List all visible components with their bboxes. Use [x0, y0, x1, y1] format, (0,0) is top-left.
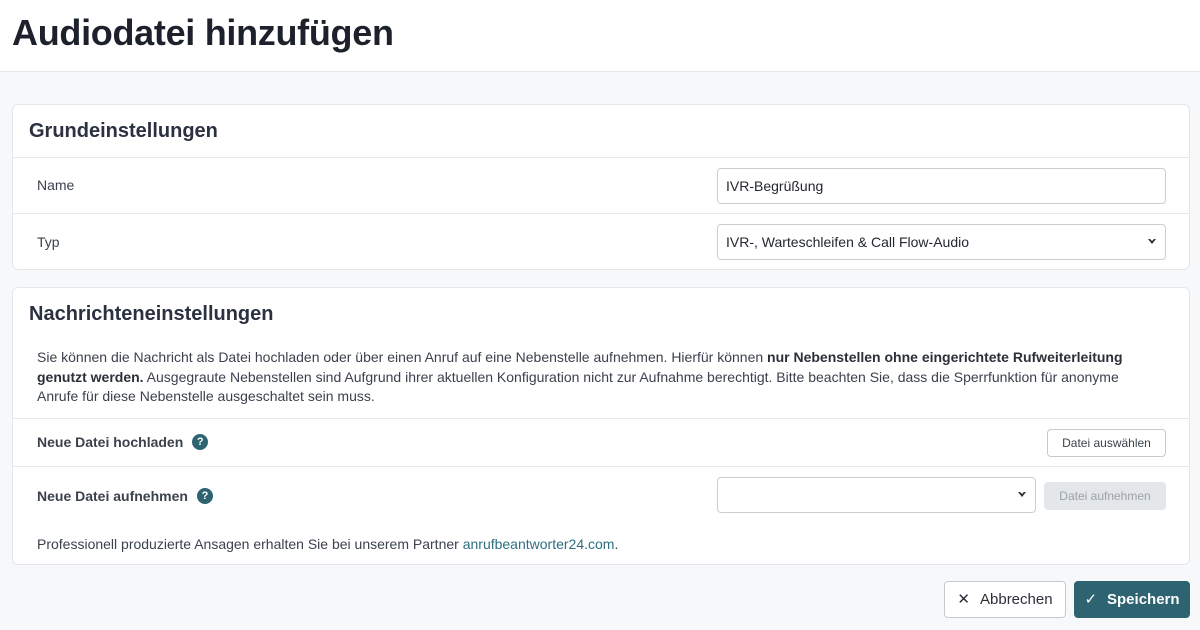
message-description: Sie können die Nachricht als Datei hochl…: [37, 348, 1157, 407]
message-settings-card: Nachrichteneinstellungen Sie können die …: [12, 287, 1190, 565]
extension-select[interactable]: [717, 477, 1036, 513]
caret-down-icon: [1018, 492, 1026, 497]
name-input[interactable]: IVR-Begrüßung: [717, 168, 1166, 204]
choose-file-button[interactable]: Datei auswählen: [1047, 429, 1166, 457]
close-icon: ✕: [957, 591, 970, 608]
partner-note: Professionell produzierte Ansagen erhalt…: [37, 536, 618, 552]
basic-settings-title: Grundeinstellungen: [29, 120, 218, 142]
partner-link[interactable]: anrufbeantworter24.com: [463, 536, 615, 552]
cancel-button[interactable]: ✕ Abbrechen: [944, 581, 1066, 618]
page-header: Audiodatei hinzufügen: [0, 0, 1200, 72]
help-circle-icon[interactable]: ?: [192, 434, 209, 450]
partner-text: Professionell produzierte Ansagen erhalt…: [37, 536, 463, 552]
record-file-button[interactable]: Datei aufnehmen: [1044, 482, 1166, 510]
partner-suffix: .: [614, 536, 619, 552]
caret-down-icon: [1148, 239, 1156, 244]
cancel-button-label: Abbrechen: [980, 591, 1053, 608]
type-row: Typ IVR-, Warteschleifen & Call Flow-Aud…: [13, 213, 1189, 271]
record-label: Neue Datei aufnehmen: [37, 488, 188, 504]
check-icon: ✓: [1084, 591, 1098, 608]
upload-label: Neue Datei hochladen: [37, 434, 184, 450]
record-label-group: Neue Datei aufnehmen ?: [37, 488, 213, 504]
upload-row: Neue Datei hochladen ? Datei auswählen: [13, 418, 1189, 466]
type-label: Typ: [37, 234, 60, 250]
upload-label-group: Neue Datei hochladen ?: [37, 434, 209, 450]
name-input-value: IVR-Begrüßung: [726, 178, 824, 194]
description-text-2: Ausgegraute Nebenstellen sind Aufgrund i…: [37, 368, 1119, 405]
name-label: Name: [37, 177, 75, 193]
basic-settings-card: Grundeinstellungen Name IVR-Begrüßung Ty…: [12, 104, 1190, 270]
help-circle-icon[interactable]: ?: [196, 488, 213, 504]
name-row: Name IVR-Begrüßung: [13, 157, 1189, 213]
save-button-label: Speichern: [1107, 591, 1180, 608]
message-settings-title: Nachrichteneinstellungen: [29, 303, 274, 325]
type-select[interactable]: IVR-, Warteschleifen & Call Flow-Audio: [717, 224, 1166, 260]
type-select-value: IVR-, Warteschleifen & Call Flow-Audio: [726, 234, 970, 250]
page-title: Audiodatei hinzufügen: [12, 12, 394, 53]
record-row: Neue Datei aufnehmen ? Datei aufnehmen: [13, 466, 1189, 524]
description-text-1: Sie können die Nachricht als Datei hochl…: [37, 349, 768, 365]
save-button[interactable]: ✓ Speichern: [1074, 581, 1190, 618]
